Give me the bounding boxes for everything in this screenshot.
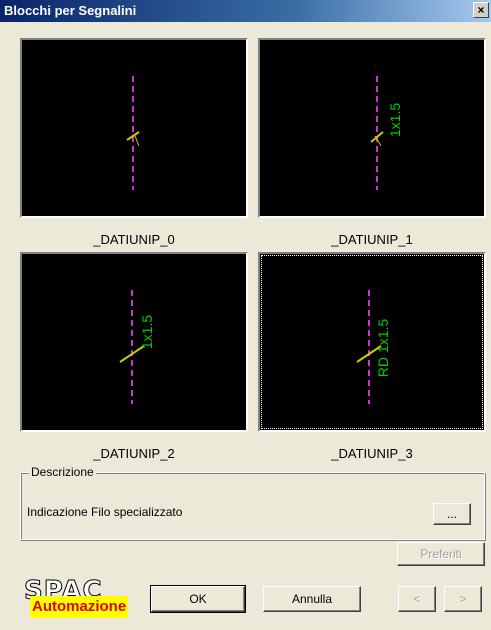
tile-1-wire-label: 1x1.5	[387, 103, 403, 137]
description-legend: Descrizione	[29, 465, 96, 479]
window-title: Blocchi per Segnalini	[4, 3, 137, 18]
tile-2-label: _DATIUNIP_2	[93, 446, 175, 461]
close-button[interactable]: ×	[473, 2, 489, 18]
preferiti-button[interactable]: Preferiti	[397, 542, 485, 566]
logo-band-text: Automazione	[30, 596, 128, 618]
browse-button[interactable]: ...	[433, 503, 471, 525]
tile-0-drawing	[126, 76, 140, 190]
ok-button[interactable]: OK	[150, 585, 246, 613]
tile-3-label: _DATIUNIP_3	[331, 446, 413, 461]
next-button[interactable]: >	[444, 586, 482, 612]
description-text: Indicazione Filo specializzato	[27, 505, 183, 519]
tile-3-drawing: RD 1x1.5	[356, 290, 391, 404]
tile-3-wire-label: RD 1x1.5	[375, 319, 391, 378]
spac-automazione-logo: SPAC Automazione	[24, 578, 128, 626]
preview-tile-0[interactable]	[20, 38, 248, 218]
tile-0-label: _DATIUNIP_0	[93, 232, 175, 247]
preview-tile-3[interactable]: RD 1x1.5	[258, 252, 486, 432]
preview-tile-1[interactable]: 1x1.5	[258, 38, 486, 218]
title-bar: Blocchi per Segnalini ×	[0, 0, 491, 22]
tile-2-wire-label: 1x1.5	[139, 315, 155, 349]
tile-2-drawing: 1x1.5	[119, 290, 155, 404]
tile-1-label: _DATIUNIP_1	[331, 232, 413, 247]
annulla-button[interactable]: Annulla	[263, 586, 361, 612]
description-group: Descrizione Indicazione Filo specializza…	[20, 465, 485, 540]
preview-tile-2[interactable]: 1x1.5	[20, 252, 248, 432]
tile-1-drawing: 1x1.5	[370, 76, 403, 190]
prev-button[interactable]: <	[398, 586, 436, 612]
